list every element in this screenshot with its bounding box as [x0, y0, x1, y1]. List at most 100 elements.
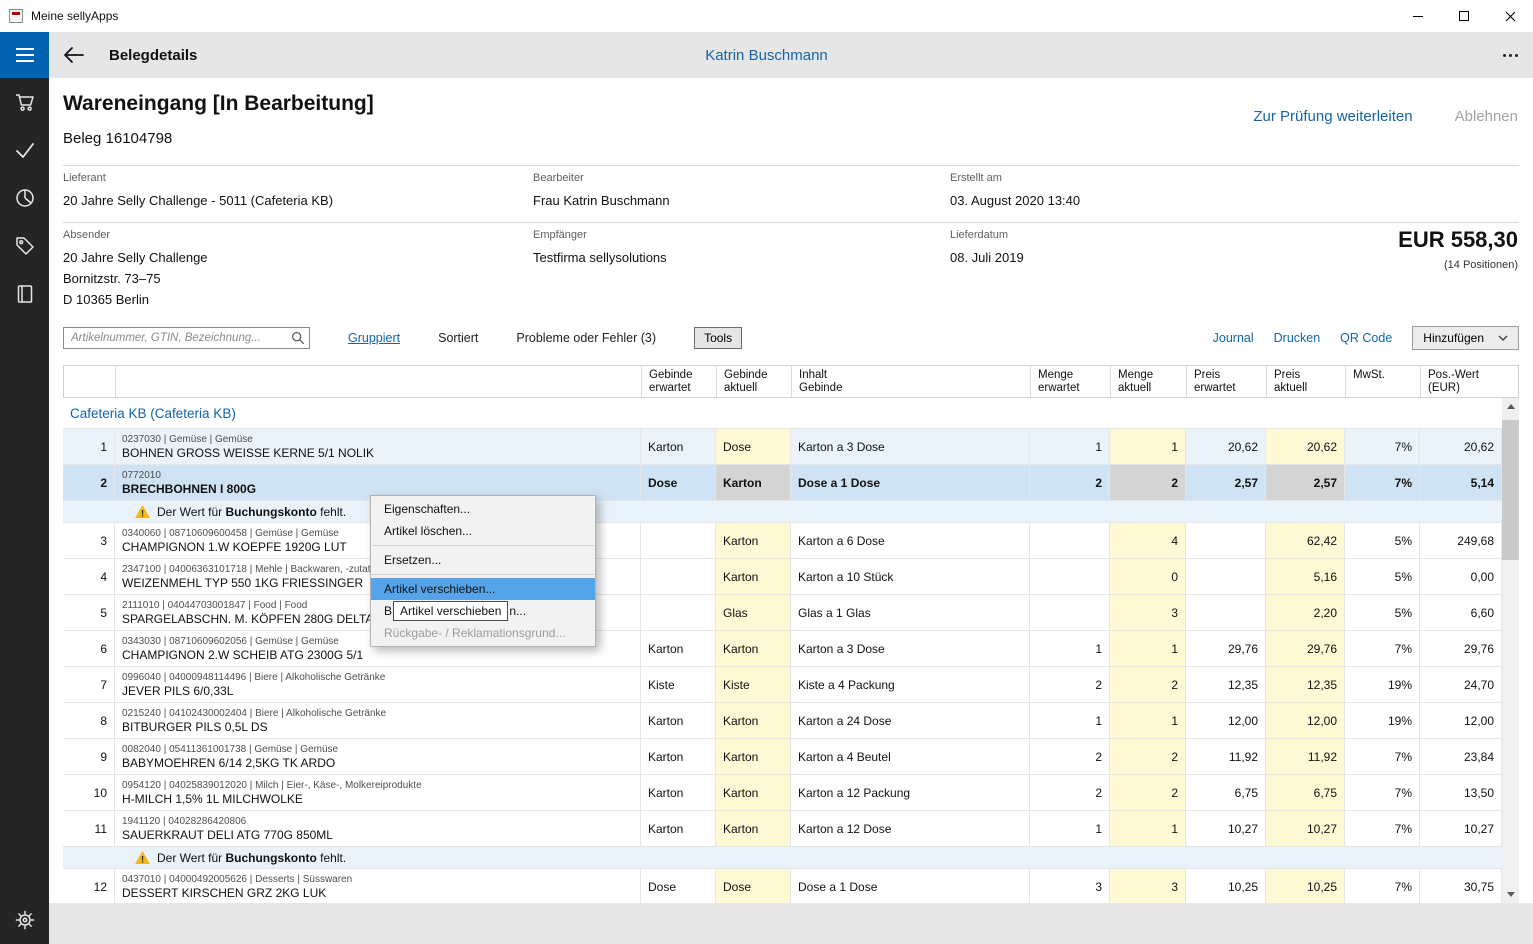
table-row[interactable]: 6 0343030 | 08710609602056 | Gemüse | Ge… [63, 631, 1502, 667]
gebinde-erwartet-cell[interactable] [641, 523, 716, 558]
article-cell[interactable]: 0215240 | 04102430002404 | Biere | Alkoh… [115, 703, 641, 738]
article-cell[interactable]: 0437010 | 04000492005626 | Desserts | Sü… [115, 869, 641, 903]
menge-erwartet-cell[interactable] [1030, 559, 1110, 594]
menge-aktuell-cell[interactable]: 1 [1110, 429, 1186, 464]
column-header[interactable]: Preiserwartet [1187, 366, 1267, 397]
filter-gruppiert[interactable]: Gruppiert [348, 331, 400, 345]
menge-aktuell-cell[interactable]: 2 [1110, 775, 1186, 810]
table-row[interactable]: 12 0437010 | 04000492005626 | Desserts |… [63, 869, 1502, 903]
scrollbar-thumb[interactable] [1502, 420, 1519, 560]
close-button[interactable] [1487, 0, 1533, 32]
table-row[interactable]: 9 0082040 | 05411361001738 | Gemüse | Ge… [63, 739, 1502, 775]
article-cell[interactable]: 0237030 | Gemüse | Gemüse BOHNEN GROSS W… [115, 429, 641, 464]
gebinde-erwartet-cell[interactable]: Karton [641, 631, 716, 666]
group-header[interactable]: Cafeteria KB (Cafeteria KB) [63, 398, 1502, 429]
menge-erwartet-cell[interactable]: 1 [1030, 703, 1110, 738]
scroll-down-button[interactable] [1502, 886, 1519, 903]
menge-erwartet-cell[interactable]: 2 [1030, 739, 1110, 774]
table-row[interactable]: 5 2111010 | 04044703001847 | Food | Food… [63, 595, 1502, 631]
inhalt-gebinde-cell[interactable]: Karton a 4 Beutel [791, 739, 1030, 774]
menge-aktuell-cell[interactable]: 0 [1110, 559, 1186, 594]
sidebar-item-labels[interactable] [0, 222, 49, 270]
forward-for-review-link[interactable]: Zur Prüfung weiterleiten [1253, 108, 1412, 125]
minimize-button[interactable] [1395, 0, 1441, 32]
table-row[interactable]: 10 0954120 | 04025839012020 | Milch | Ei… [63, 775, 1502, 811]
back-button[interactable] [51, 32, 97, 78]
filter-probleme[interactable]: Probleme oder Fehler (3) [516, 331, 656, 345]
inhalt-gebinde-cell[interactable]: Karton a 24 Dose [791, 703, 1030, 738]
preis-erwartet-cell[interactable] [1186, 595, 1266, 630]
preis-erwartet-cell[interactable] [1186, 523, 1266, 558]
gebinde-erwartet-cell[interactable] [641, 595, 716, 630]
menge-erwartet-cell[interactable]: 1 [1030, 631, 1110, 666]
gebinde-aktuell-cell[interactable]: Karton [716, 739, 791, 774]
column-header[interactable]: MwSt. [1346, 366, 1421, 397]
preis-erwartet-cell[interactable]: 2,57 [1186, 465, 1266, 500]
preis-aktuell-cell[interactable]: 5,16 [1266, 559, 1345, 594]
preis-aktuell-cell[interactable]: 11,92 [1266, 739, 1345, 774]
column-header[interactable]: Gebindeaktuell [717, 366, 792, 397]
reject-link[interactable]: Ablehnen [1455, 108, 1518, 125]
menu-item[interactable]: Artikel löschen... [371, 520, 595, 542]
menge-erwartet-cell[interactable]: 2 [1030, 667, 1110, 702]
inhalt-gebinde-cell[interactable]: Dose a 1 Dose [791, 465, 1030, 500]
menge-aktuell-cell[interactable]: 1 [1110, 811, 1186, 846]
gebinde-erwartet-cell[interactable]: Karton [641, 775, 716, 810]
user-name-link[interactable]: Katrin Buschmann [705, 47, 828, 64]
inhalt-gebinde-cell[interactable]: Glas a 1 Glas [791, 595, 1030, 630]
sidebar-item-tasks[interactable] [0, 126, 49, 174]
gebinde-aktuell-cell[interactable]: Karton [716, 465, 791, 500]
gebinde-aktuell-cell[interactable]: Karton [716, 559, 791, 594]
preis-aktuell-cell[interactable]: 10,27 [1266, 811, 1345, 846]
preis-erwartet-cell[interactable]: 12,35 [1186, 667, 1266, 702]
preis-aktuell-cell[interactable]: 12,00 [1266, 703, 1345, 738]
menge-erwartet-cell[interactable]: 1 [1030, 811, 1110, 846]
qr-code-link[interactable]: QR Code [1340, 331, 1392, 345]
search-input[interactable] [63, 327, 310, 349]
menge-aktuell-cell[interactable]: 4 [1110, 523, 1186, 558]
preis-erwartet-cell[interactable]: 10,27 [1186, 811, 1266, 846]
gebinde-aktuell-cell[interactable]: Karton [716, 631, 791, 666]
preis-erwartet-cell[interactable]: 12,00 [1186, 703, 1266, 738]
gebinde-erwartet-cell[interactable]: Karton [641, 739, 716, 774]
more-options-button[interactable] [1487, 32, 1533, 78]
article-cell[interactable]: 0996040 | 04000948114496 | Biere | Alkoh… [115, 667, 641, 702]
menu-item[interactable]: Eigenschaften... [371, 498, 595, 520]
gebinde-erwartet-cell[interactable]: Dose [641, 465, 716, 500]
gebinde-aktuell-cell[interactable]: Dose [716, 869, 791, 903]
settings-button[interactable] [0, 900, 49, 940]
table-row[interactable]: 4 2347100 | 04006363101718 | Mehle | Bac… [63, 559, 1502, 595]
gebinde-erwartet-cell[interactable]: Karton [641, 429, 716, 464]
menge-aktuell-cell[interactable]: 3 [1110, 869, 1186, 903]
article-cell[interactable]: 0954120 | 04025839012020 | Milch | Eier-… [115, 775, 641, 810]
table-row[interactable]: 11 1941120 | 04028286420806 SAUERKRAUT D… [63, 811, 1502, 847]
menge-aktuell-cell[interactable]: 2 [1110, 739, 1186, 774]
preis-aktuell-cell[interactable]: 62,42 [1266, 523, 1345, 558]
preis-aktuell-cell[interactable]: 10,25 [1266, 869, 1345, 903]
menge-erwartet-cell[interactable] [1030, 523, 1110, 558]
inhalt-gebinde-cell[interactable]: Karton a 12 Packung [791, 775, 1030, 810]
inhalt-gebinde-cell[interactable]: Dose a 1 Dose [791, 869, 1030, 903]
menge-erwartet-cell[interactable]: 1 [1030, 429, 1110, 464]
inhalt-gebinde-cell[interactable]: Karton a 6 Dose [791, 523, 1030, 558]
hamburger-menu-button[interactable] [0, 32, 49, 78]
menge-erwartet-cell[interactable] [1030, 595, 1110, 630]
article-cell[interactable]: 1941120 | 04028286420806 SAUERKRAUT DELI… [115, 811, 641, 846]
maximize-button[interactable] [1441, 0, 1487, 32]
menu-item[interactable]: Ersetzen... [371, 549, 595, 571]
menge-erwartet-cell[interactable]: 2 [1030, 465, 1110, 500]
menge-aktuell-cell[interactable]: 3 [1110, 595, 1186, 630]
gebinde-aktuell-cell[interactable]: Karton [716, 775, 791, 810]
preis-aktuell-cell[interactable]: 20,62 [1266, 429, 1345, 464]
article-cell[interactable]: 0082040 | 05411361001738 | Gemüse | Gemü… [115, 739, 641, 774]
gebinde-aktuell-cell[interactable]: Karton [716, 523, 791, 558]
preis-aktuell-cell[interactable]: 29,76 [1266, 631, 1345, 666]
preis-erwartet-cell[interactable]: 6,75 [1186, 775, 1266, 810]
tools-button[interactable]: Tools [694, 327, 742, 349]
inhalt-gebinde-cell[interactable]: Karton a 12 Dose [791, 811, 1030, 846]
table-row[interactable]: 7 0996040 | 04000948114496 | Biere | Alk… [63, 667, 1502, 703]
vertical-scrollbar[interactable] [1502, 398, 1519, 903]
column-header[interactable]: Gebindeerwartet [642, 366, 717, 397]
inhalt-gebinde-cell[interactable]: Karton a 10 Stück [791, 559, 1030, 594]
table-row[interactable]: 2 0772010 BRECHBOHNEN I 800G Dose Karton… [63, 465, 1502, 501]
